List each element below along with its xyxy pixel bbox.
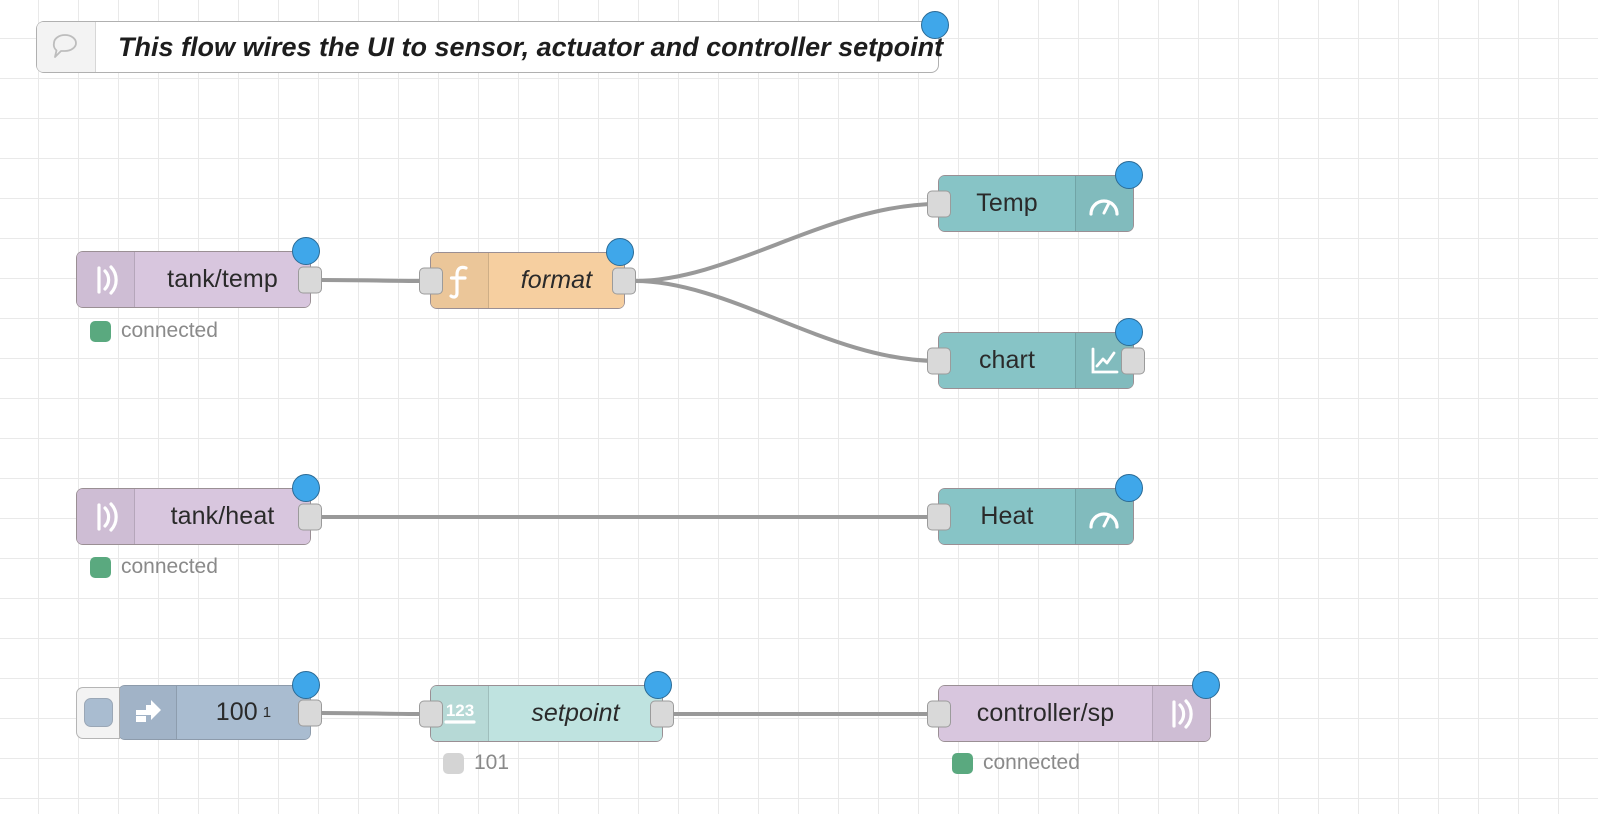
node-label-tank-heat: tank/heat <box>170 502 275 530</box>
input-port-temp[interactable] <box>927 190 951 217</box>
node-temp-gauge[interactable]: Temp <box>927 161 1143 232</box>
status-badge-tank-temp[interactable] <box>292 237 320 265</box>
node-status-tank-heat: connected <box>90 555 218 579</box>
input-port-heat[interactable] <box>927 503 951 530</box>
status-text-tank-temp: connected <box>121 319 218 342</box>
node-label-chart: chart <box>978 346 1036 374</box>
status-badge-inject[interactable] <box>292 671 320 699</box>
mqtt-signal-icon <box>77 489 135 544</box>
status-dot-setpoint <box>443 752 464 774</box>
node-status-controller-sp: connected <box>952 751 1080 775</box>
node-chart[interactable]: chart <box>927 318 1145 389</box>
input-port-controller-sp[interactable] <box>927 700 951 727</box>
input-port-setpoint[interactable] <box>419 700 443 727</box>
flow-canvas[interactable]: This flow wires the UI to sensor, actuat… <box>0 0 1598 814</box>
node-controller-sp[interactable]: controller/sp <box>927 671 1220 742</box>
node-label-inject: 100 1 <box>177 698 310 727</box>
wire-inject-to-setpoint[interactable] <box>319 711 432 716</box>
inject-button[interactable] <box>76 686 120 739</box>
status-badge-controller-sp[interactable] <box>1192 671 1220 699</box>
inject-value: 100 <box>215 698 258 726</box>
inject-button-inner <box>83 698 113 727</box>
mqtt-signal-icon <box>77 252 135 307</box>
status-badge-heat[interactable] <box>1115 474 1143 502</box>
status-dot-controller-sp <box>952 752 973 774</box>
wire-tank-temp-to-format[interactable] <box>319 278 432 283</box>
node-status-tank-temp: connected <box>90 319 218 343</box>
output-port-inject[interactable] <box>298 699 322 726</box>
output-port-format[interactable] <box>612 267 636 294</box>
node-tank-temp[interactable]: tank/temp <box>76 237 322 308</box>
status-text-tank-heat: connected <box>121 555 218 578</box>
status-dot-tank-heat <box>90 556 111 578</box>
comment-text: This flow wires the UI to sensor, actuat… <box>118 31 944 62</box>
node-status-setpoint: 101 <box>443 751 509 775</box>
status-badge-temp[interactable] <box>1115 161 1143 189</box>
comment-status-dot[interactable] <box>921 11 949 39</box>
inject-superscript: 1 <box>262 704 272 721</box>
node-label-temp: Temp <box>976 189 1038 217</box>
node-inject-100[interactable]: 100 1 <box>76 671 322 740</box>
inject-arrow-icon <box>119 686 177 739</box>
output-port-chart[interactable] <box>1121 347 1145 374</box>
node-format[interactable]: format <box>419 238 636 309</box>
status-text-setpoint: 101 <box>474 751 510 774</box>
svg-text:123: 123 <box>446 701 474 720</box>
node-label-setpoint: setpoint <box>531 699 620 727</box>
wire-format-to-temp[interactable] <box>633 202 940 283</box>
output-port-tank-temp[interactable] <box>298 266 322 293</box>
node-label-heat: Heat <box>980 502 1034 530</box>
status-badge-format[interactable] <box>606 238 634 266</box>
node-label-format: format <box>520 266 593 294</box>
status-badge-chart[interactable] <box>1115 318 1143 346</box>
node-tank-heat[interactable]: tank/heat <box>76 474 322 545</box>
wire-format-to-chart[interactable] <box>633 279 940 363</box>
comment-node[interactable]: This flow wires the UI to sensor, actuat… <box>36 11 949 73</box>
status-badge-setpoint[interactable] <box>644 671 672 699</box>
input-port-format[interactable] <box>419 267 443 294</box>
node-heat-gauge[interactable]: Heat <box>927 474 1143 545</box>
output-port-tank-heat[interactable] <box>298 503 322 530</box>
status-text-controller-sp: connected <box>983 751 1080 774</box>
node-label-controller-sp: controller/sp <box>976 699 1115 727</box>
node-label-tank-temp: tank/temp <box>167 265 278 293</box>
input-port-chart[interactable] <box>927 347 951 374</box>
comment-bubble-icon <box>37 22 96 72</box>
status-dot-tank-temp <box>90 320 111 342</box>
output-port-setpoint[interactable] <box>650 700 674 727</box>
node-setpoint[interactable]: 123 setpoint <box>419 671 674 742</box>
status-badge-tank-heat[interactable] <box>292 474 320 502</box>
